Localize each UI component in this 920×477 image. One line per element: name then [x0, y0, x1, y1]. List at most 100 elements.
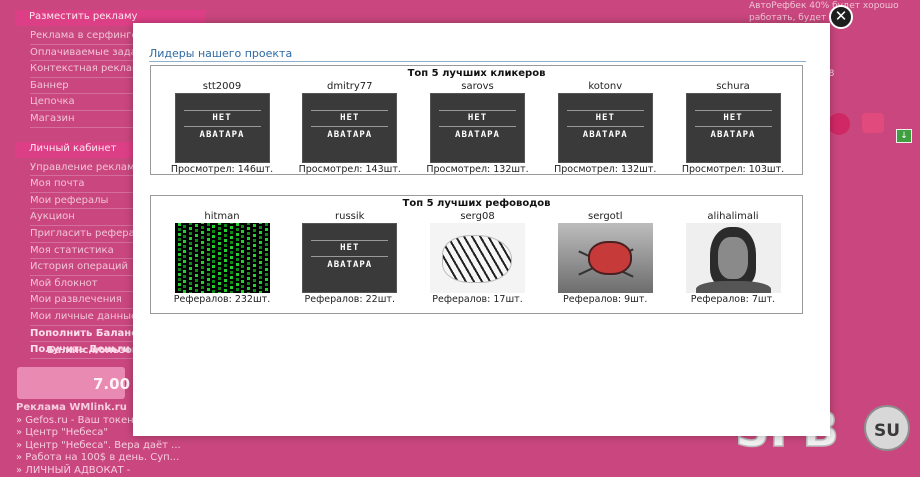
- no-avatar-line-1: НЕТ: [176, 113, 269, 123]
- no-avatar-image: НЕТ АВАТАРА: [686, 93, 781, 163]
- leaders-modal: Лидеры нашего проекта Топ 5 лучших клике…: [133, 23, 830, 436]
- leader-card: serg08 Рефералов: 17шт.: [419, 211, 537, 306]
- divider-line: [695, 126, 772, 127]
- top-referrers-grid: hitman Рефералов: 232шт. russik НЕТ АВАТАРА Р…: [151, 211, 802, 306]
- tiger-avatar-image: [430, 223, 525, 293]
- leader-username[interactable]: sarovs: [419, 81, 537, 93]
- title-divider: [149, 61, 806, 62]
- leader-username[interactable]: dmitry77: [291, 81, 409, 93]
- leader-card: sarovs НЕТ АВАТАРА Просмотрел: 132шт.: [419, 81, 537, 176]
- divider-line: [695, 110, 772, 111]
- no-avatar-image: НЕТ АВАТАРА: [175, 93, 270, 163]
- leader-card: dmitry77 НЕТ АВАТАРА Просмотрел: 143шт.: [291, 81, 409, 176]
- matrix-avatar-image: [175, 223, 270, 293]
- leader-username[interactable]: schura: [674, 81, 792, 93]
- matrix-stripe: [241, 223, 244, 293]
- leader-stat: Рефералов: 22шт.: [291, 294, 409, 306]
- no-avatar-image: НЕТ АВАТАРА: [302, 93, 397, 163]
- balance-box: 7.00: [17, 367, 125, 399]
- top-referrers-title: Топ 5 лучших рефоводов: [151, 198, 802, 211]
- leader-username[interactable]: stt2009: [163, 81, 281, 93]
- ad-link[interactable]: » Центр "Небеса". Вера даёт ...: [16, 440, 181, 453]
- divider-line: [439, 110, 516, 111]
- divider-line: [184, 126, 261, 127]
- ad-link[interactable]: » ЛИЧНЫЙ АДВОКАТ -: [16, 465, 181, 477]
- leader-stat: Рефералов: 232шт.: [163, 294, 281, 306]
- matrix-stripe: [183, 223, 186, 293]
- divider-line: [567, 110, 644, 111]
- no-avatar-line-1: НЕТ: [559, 113, 652, 123]
- no-avatar-line-1: НЕТ: [303, 113, 396, 123]
- no-avatar-line-2: АВАТАРА: [303, 260, 396, 270]
- leader-username[interactable]: serg08: [419, 211, 537, 223]
- divider-line: [311, 110, 388, 111]
- leader-stat: Просмотрел: 143шт.: [291, 164, 409, 176]
- matrix-stripe: [207, 223, 210, 293]
- leader-username[interactable]: alihalimali: [674, 211, 792, 223]
- leader-username[interactable]: hitman: [163, 211, 281, 223]
- matrix-stripe: [178, 223, 181, 293]
- no-avatar-line-2: АВАТАРА: [176, 130, 269, 140]
- matrix-stripe: [189, 223, 192, 293]
- no-avatar-image: НЕТ АВАТАРА: [558, 93, 653, 163]
- leader-username[interactable]: kotonv: [546, 81, 664, 93]
- leader-card: schura НЕТ АВАТАРА Просмотрел: 103шт.: [674, 81, 792, 176]
- leader-card: stt2009 НЕТ АВАТАРА Просмотрел: 146шт.: [163, 81, 281, 176]
- tiger-shape: [442, 235, 512, 283]
- gift-icon[interactable]: [862, 113, 884, 133]
- leader-stat: Просмотрел: 132шт.: [546, 164, 664, 176]
- no-avatar-line-2: АВАТАРА: [303, 130, 396, 140]
- divider-line: [311, 256, 388, 257]
- matrix-stripe: [259, 223, 262, 293]
- matrix-stripe: [247, 223, 250, 293]
- top-referrers-panel: Топ 5 лучших рефоводов hitman Рефералов: …: [150, 195, 803, 314]
- no-avatar-image: НЕТ АВАТАРА: [430, 93, 525, 163]
- divider-line: [439, 126, 516, 127]
- modal-title: Лидеры нашего проекта: [149, 47, 292, 60]
- close-button[interactable]: ✕: [829, 5, 853, 29]
- no-avatar-line-1: НЕТ: [431, 113, 524, 123]
- matrix-stripe: [265, 223, 268, 293]
- matrix-stripe: [236, 223, 239, 293]
- bug-shape: [588, 241, 632, 275]
- leader-stat: Рефералов: 17шт.: [419, 294, 537, 306]
- matrix-stripe: [224, 223, 227, 293]
- leader-card: kotonv НЕТ АВАТАРА Просмотрел: 132шт.: [546, 81, 664, 176]
- no-avatar-line-2: АВАТАРА: [559, 130, 652, 140]
- top-clickers-grid: stt2009 НЕТ АВАТАРА Просмотрел: 146шт. dmitr…: [151, 81, 802, 176]
- divider-line: [567, 126, 644, 127]
- leader-username[interactable]: russik: [291, 211, 409, 223]
- ad-link[interactable]: » Работа на 100$ в день. Суп...: [16, 452, 181, 465]
- leader-stat: Просмотрел: 132шт.: [419, 164, 537, 176]
- leader-username[interactable]: sergotl: [546, 211, 664, 223]
- matrix-stripe: [201, 223, 204, 293]
- leader-card: hitman Рефералов: 232шт.: [163, 211, 281, 306]
- leader-card: alihalimali Рефералов: 7шт.: [674, 211, 792, 306]
- matrix-stripe: [218, 223, 221, 293]
- bug-avatar-image: [558, 223, 653, 293]
- divider-line: [184, 110, 261, 111]
- photo-shape: [718, 237, 748, 279]
- flower-icon[interactable]: [828, 113, 850, 135]
- no-avatar-line-1: НЕТ: [303, 243, 396, 253]
- download-arrow-icon[interactable]: ↓: [896, 129, 912, 143]
- leader-stat: Просмотрел: 146шт.: [163, 164, 281, 176]
- divider-line: [311, 126, 388, 127]
- leader-card: russik НЕТ АВАТАРА Рефералов: 22шт.: [291, 211, 409, 306]
- no-avatar-image: НЕТ АВАТАРА: [302, 223, 397, 293]
- leader-stat: Просмотрел: 103шт.: [674, 164, 792, 176]
- photo-shape: [696, 281, 771, 293]
- matrix-stripe: [253, 223, 256, 293]
- leader-stat: Рефералов: 9шт.: [546, 294, 664, 306]
- matrix-stripe: [195, 223, 198, 293]
- matrix-stripe: [230, 223, 233, 293]
- matrix-stripe: [212, 223, 215, 293]
- no-avatar-line-2: АВАТАРА: [431, 130, 524, 140]
- top-clickers-panel: Топ 5 лучших кликеров stt2009 НЕТ АВАТАРА П…: [150, 65, 803, 175]
- top-clickers-title: Топ 5 лучших кликеров: [151, 68, 802, 81]
- leader-stat: Рефералов: 7шт.: [674, 294, 792, 306]
- photo-avatar-image: [686, 223, 781, 293]
- no-avatar-line-1: НЕТ: [687, 113, 780, 123]
- balance-value: 7.00: [93, 375, 130, 393]
- no-avatar-line-2: АВАТАРА: [687, 130, 780, 140]
